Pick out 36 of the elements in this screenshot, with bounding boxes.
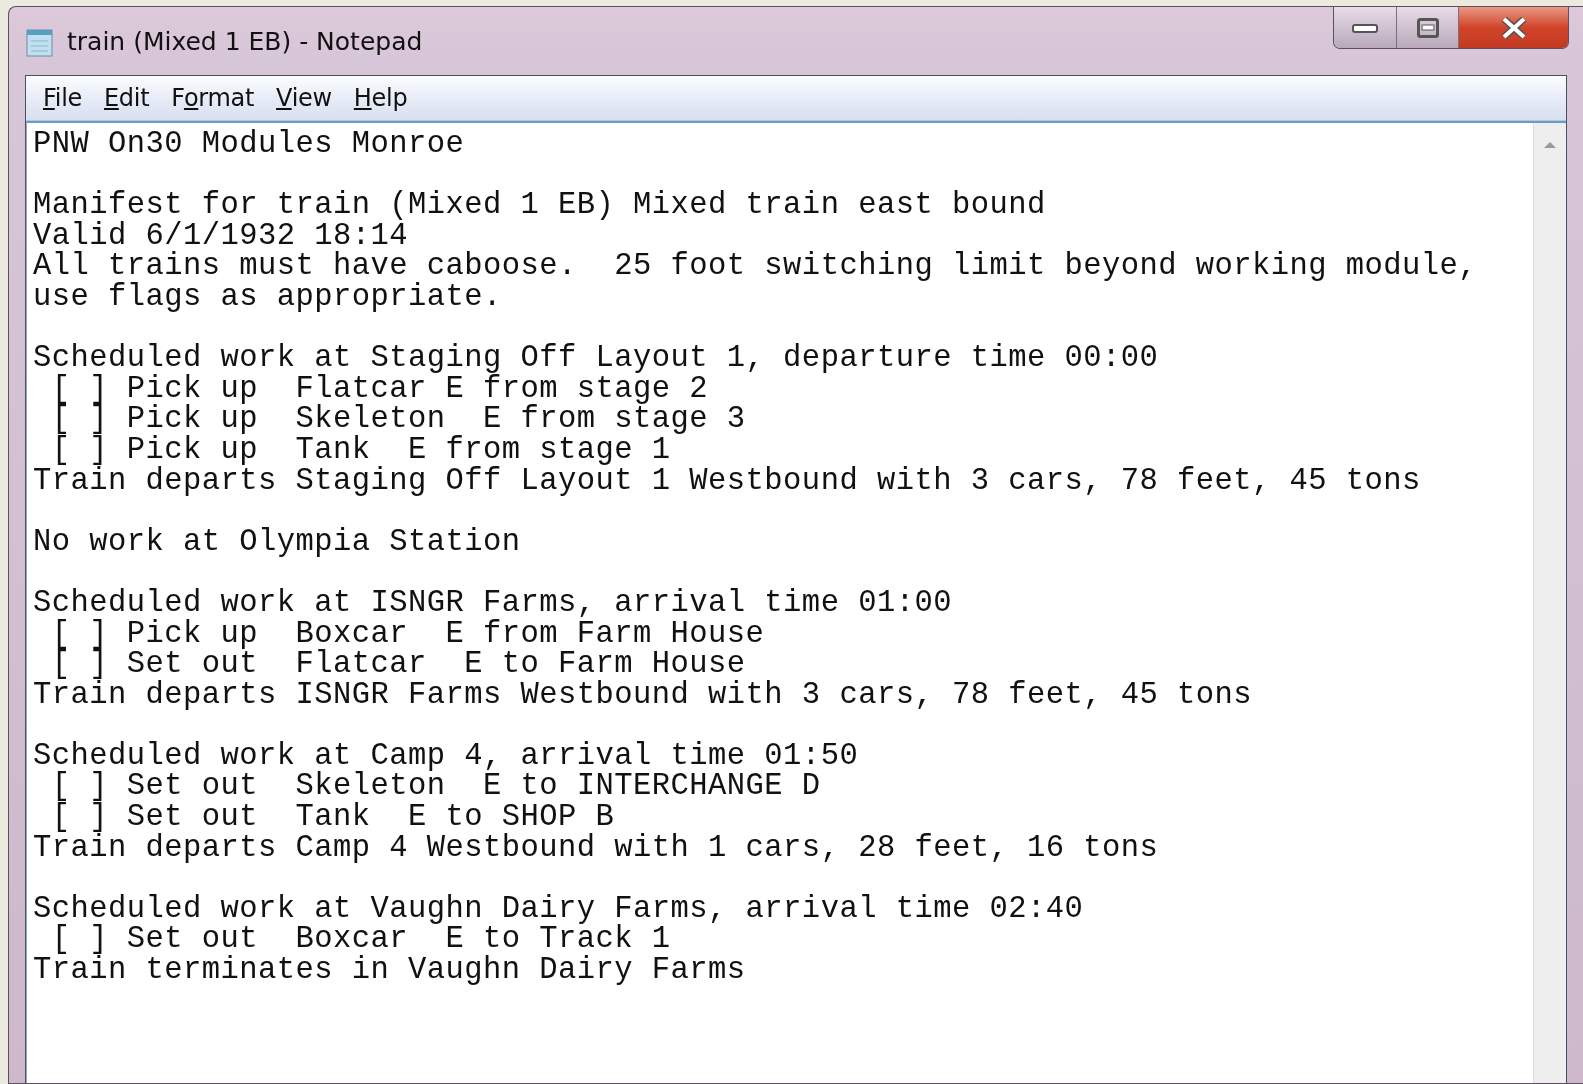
menu-item[interactable]: Format [160, 84, 266, 112]
close-icon [1500, 16, 1527, 39]
text-line: [ ] Pick up Flatcar E from stage 2 [50, 373, 709, 405]
text-line: Scheduled work at Staging Off Layout 1, departure time 00:00 [33, 343, 1159, 374]
text-line: [ ] Pick up Boxcar E from Farm House [50, 618, 765, 650]
menu-item[interactable]: File [32, 84, 93, 112]
text-line: use flags as appropriate. [33, 281, 502, 313]
minimize-button[interactable] [1334, 7, 1396, 48]
text-line: [ ] Set out Boxcar E to Track 1 [51, 924, 671, 956]
maximize-icon [1416, 17, 1439, 38]
text-line: PNW On30 Modules Monroe [33, 129, 465, 160]
close-button[interactable] [1458, 7, 1568, 48]
text-line: All trains must have caboose. 25 foot switching limit beyond working module, [33, 251, 1477, 282]
menu-item[interactable]: View [265, 84, 343, 112]
menu-item[interactable]: Help [342, 84, 419, 112]
minimize-icon [1352, 21, 1378, 34]
text-line: Manifest for train (Mixed 1 EB) Mixed train east bound [33, 190, 1046, 221]
text-line: Valid 6/1/1932 18:14 [33, 220, 409, 252]
text-line: Scheduled work at Camp 4, arrival time 01:50 [33, 740, 859, 772]
notepad-icon [25, 26, 55, 58]
window-title: train (Mixed 1 EB) - Notepad [67, 26, 424, 56]
text-line: Scheduled work at ISNGR Farms, arrival time 01:00 [33, 587, 952, 619]
text-line: Train departs ISNGR Farms Westbound with 3 cars, 78 feet, 45 tons [33, 679, 1252, 711]
text-line: [ ] Set out Tank E to SHOP B [51, 802, 615, 833]
text-line: Scheduled work at Vaughn Dairy Farms, arrival time 02:40 [33, 893, 1084, 925]
text-line: No work at Olympia Station [33, 526, 521, 558]
maximize-button[interactable] [1396, 7, 1458, 48]
text-line: [ ] Set out Flatcar E to Farm House [51, 649, 746, 680]
menu-item[interactable]: Edit [92, 84, 161, 112]
text-line: Train departs Staging Off Layout 1 Westbound with 3 cars, 78 feet, 45 tons [33, 465, 1421, 497]
text-line: Train departs Camp 4 Westbound with 1 cars, 28 feet, 16 tons [33, 832, 1159, 864]
text-line: [ ] Pick up Skeleton E from stage 3 [50, 404, 746, 435]
text-line: [ ] Pick up Tank E from stage 1 [51, 434, 671, 466]
text-line: Train terminates in Vaughn Dairy Farms [33, 955, 746, 986]
text-line: [ ] Set out Skeleton E to INTERCHANGE D [50, 771, 821, 803]
scrollbar[interactable] [1533, 123, 1566, 1083]
